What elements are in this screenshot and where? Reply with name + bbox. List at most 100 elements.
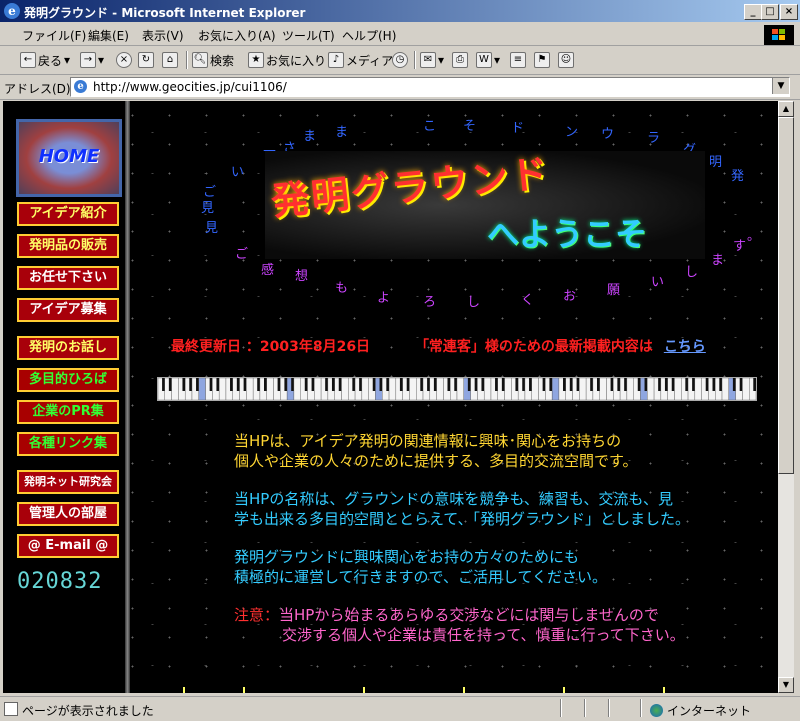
arc-char: よ	[377, 291, 391, 306]
main-area: い ご 見 見 下 さ ま ま こ そ ド ン ウ ラ グ 明 発 ご 感 想 …	[133, 101, 778, 693]
caution-paragraph: 注意：当HPから始まるあらゆる交渉などには関与しませんので 交渉する個人や企業は…	[234, 606, 685, 644]
maximize-button[interactable]: □	[761, 4, 779, 20]
arc-char: ラ	[647, 131, 661, 146]
arc-char: 。	[747, 229, 761, 244]
arc-char: ま	[335, 125, 349, 140]
scroll-down-button[interactable]: ▼	[778, 677, 794, 693]
history-button[interactable]: ◷	[392, 51, 408, 69]
home-toolbar-button[interactable]: ⌂	[162, 51, 178, 69]
mail-icon: ✉	[420, 52, 436, 68]
address-url[interactable]: http://www.geocities.jp/cui1106/	[93, 80, 287, 94]
arc-char: し	[685, 265, 699, 280]
arc-char: く	[521, 293, 535, 308]
arc-char: 見	[205, 221, 219, 236]
arc-char: ン	[565, 125, 579, 140]
caution-label: 注意：	[234, 606, 280, 624]
window-title: 発明グラウンド - Microsoft Internet Explorer	[24, 6, 306, 20]
last-updated: 最終更新日 ：2003年8月26日	[171, 339, 371, 355]
print-icon: ⎙	[452, 52, 468, 68]
minimize-button[interactable]: _	[744, 4, 762, 20]
arc-char: ろ	[423, 295, 437, 310]
arc-char: 想	[295, 269, 309, 284]
welcome-banner: 発明グラウンド へようこそ	[265, 151, 705, 259]
menu-view[interactable]: 表示(V)	[142, 27, 184, 44]
nav-company-pr[interactable]: 企業のPR集	[17, 400, 119, 424]
regulars-link[interactable]: こちら	[664, 339, 706, 355]
ie-logo-icon: e	[4, 3, 20, 19]
window-titlebar: e 発明グラウンド - Microsoft Internet Explorer …	[0, 0, 800, 22]
menu-bar: ファイル(F) 編集(E) 表示(V) お気に入り(A) ツール(T) ヘルプ(…	[0, 23, 800, 46]
vertical-scrollbar[interactable]: ▲ ▼	[778, 101, 794, 693]
nav-email[interactable]: @ E-mail @	[17, 534, 119, 558]
close-button[interactable]: ×	[780, 4, 798, 20]
arc-char: こ	[423, 119, 437, 134]
arc-char: す	[733, 239, 747, 254]
discuss-icon: ≡	[510, 52, 526, 68]
arc-char: 願	[607, 283, 621, 298]
arc-char: ま	[303, 129, 317, 144]
menu-tools[interactable]: ツール(T)	[282, 27, 335, 44]
stop-button[interactable]: ×	[116, 51, 132, 69]
arc-char: い	[651, 275, 665, 290]
discuss-button[interactable]: ≡	[510, 51, 526, 69]
menu-favorites[interactable]: お気に入り(A)	[198, 27, 276, 44]
banner-subtitle: へようこそ	[487, 215, 648, 253]
intro-paragraph-3: 発明グラウンドに興味関心をお持の方々のためにも 積極的に運営して行きますので、ご…	[234, 548, 608, 586]
menu-help[interactable]: ヘルプ(H)	[342, 27, 396, 44]
address-bar: アドレス(D) e http://www.geocities.jp/cui110…	[0, 75, 800, 100]
internet-globe-icon	[650, 704, 663, 717]
piano-keys-graphic	[158, 378, 756, 400]
media-icon: ♪	[328, 52, 344, 68]
visitor-counter: 020832	[17, 569, 103, 594]
research-button[interactable]: ⚑	[534, 51, 550, 69]
favorites-button[interactable]: ★ お気に入り	[248, 51, 326, 69]
status-bar: ページが表示されました インターネット	[0, 696, 800, 721]
refresh-icon: ↻	[138, 52, 154, 68]
forward-arrow-icon: →	[80, 52, 96, 68]
nav-multipurpose-plaza[interactable]: 多目的ひろば	[17, 368, 119, 392]
search-button[interactable]: 🔍︎ 検索	[192, 51, 234, 69]
print-button[interactable]: ⎙	[452, 51, 468, 69]
nav-leave-to-us[interactable]: お任せ下さい	[17, 266, 119, 290]
arc-char: し	[467, 295, 481, 310]
search-icon: 🔍︎	[192, 52, 208, 68]
arc-char: ご	[235, 247, 249, 262]
intro-paragraph-1: 当HPは、アイデア発明の関連情報に興味･関心をお持ちの 個人や企業の人々のために…	[234, 432, 638, 470]
nav-admin-room[interactable]: 管理人の部屋	[17, 502, 119, 526]
arc-char: い	[231, 165, 245, 180]
stop-icon: ×	[116, 52, 132, 68]
arc-char: 感	[261, 263, 275, 278]
refresh-button[interactable]: ↻	[138, 51, 154, 69]
page-icon: e	[74, 80, 87, 93]
status-text: ページが表示されました	[22, 704, 154, 718]
page-status-icon	[4, 702, 18, 716]
messenger-button[interactable]: ☺	[558, 51, 574, 69]
nav-research-group[interactable]: 発明ネット研究会	[17, 470, 119, 494]
address-dropdown-button[interactable]: ▼	[772, 78, 789, 94]
menu-edit[interactable]: 編集(E)	[88, 27, 129, 44]
arc-char: お	[563, 289, 577, 304]
regulars-notice: 「常連客」様のための最新掲載内容は	[414, 339, 653, 355]
scroll-thumb[interactable]	[778, 117, 794, 474]
arc-char: ド	[511, 121, 525, 136]
nav-links[interactable]: 各種リンク集	[17, 432, 119, 456]
menu-file[interactable]: ファイル(F)	[22, 27, 86, 44]
left-navigation: HOME アイデア紹介 発明品の販売 お任せ下さい アイデア募集 発明のお話し …	[3, 101, 130, 693]
address-input[interactable]: e http://www.geocities.jp/cui1106/ ▼	[70, 77, 790, 97]
scroll-up-button[interactable]: ▲	[778, 101, 794, 117]
edit-button[interactable]: W ▾	[476, 51, 500, 69]
forward-button[interactable]: → ▾	[80, 51, 104, 69]
messenger-icon: ☺	[558, 52, 574, 68]
mail-button[interactable]: ✉ ▾	[420, 51, 444, 69]
nav-idea-recruit[interactable]: アイデア募集	[17, 298, 119, 322]
nav-idea-intro[interactable]: アイデア紹介	[17, 202, 119, 226]
home-button[interactable]: HOME	[16, 119, 122, 197]
nav-invention-stories[interactable]: 発明のお話し	[17, 336, 119, 360]
update-line: 最終更新日 ：2003年8月26日 「常連客」様のための最新掲載内容は こちら	[171, 336, 706, 356]
media-button[interactable]: ♪ メディア	[328, 51, 393, 69]
arc-char: 見	[201, 201, 215, 216]
arc-char: ウ	[601, 127, 615, 142]
back-button[interactable]: ← 戻る ▾	[20, 51, 70, 69]
arc-char: ま	[711, 253, 725, 268]
nav-product-sales[interactable]: 発明品の販売	[17, 234, 119, 258]
